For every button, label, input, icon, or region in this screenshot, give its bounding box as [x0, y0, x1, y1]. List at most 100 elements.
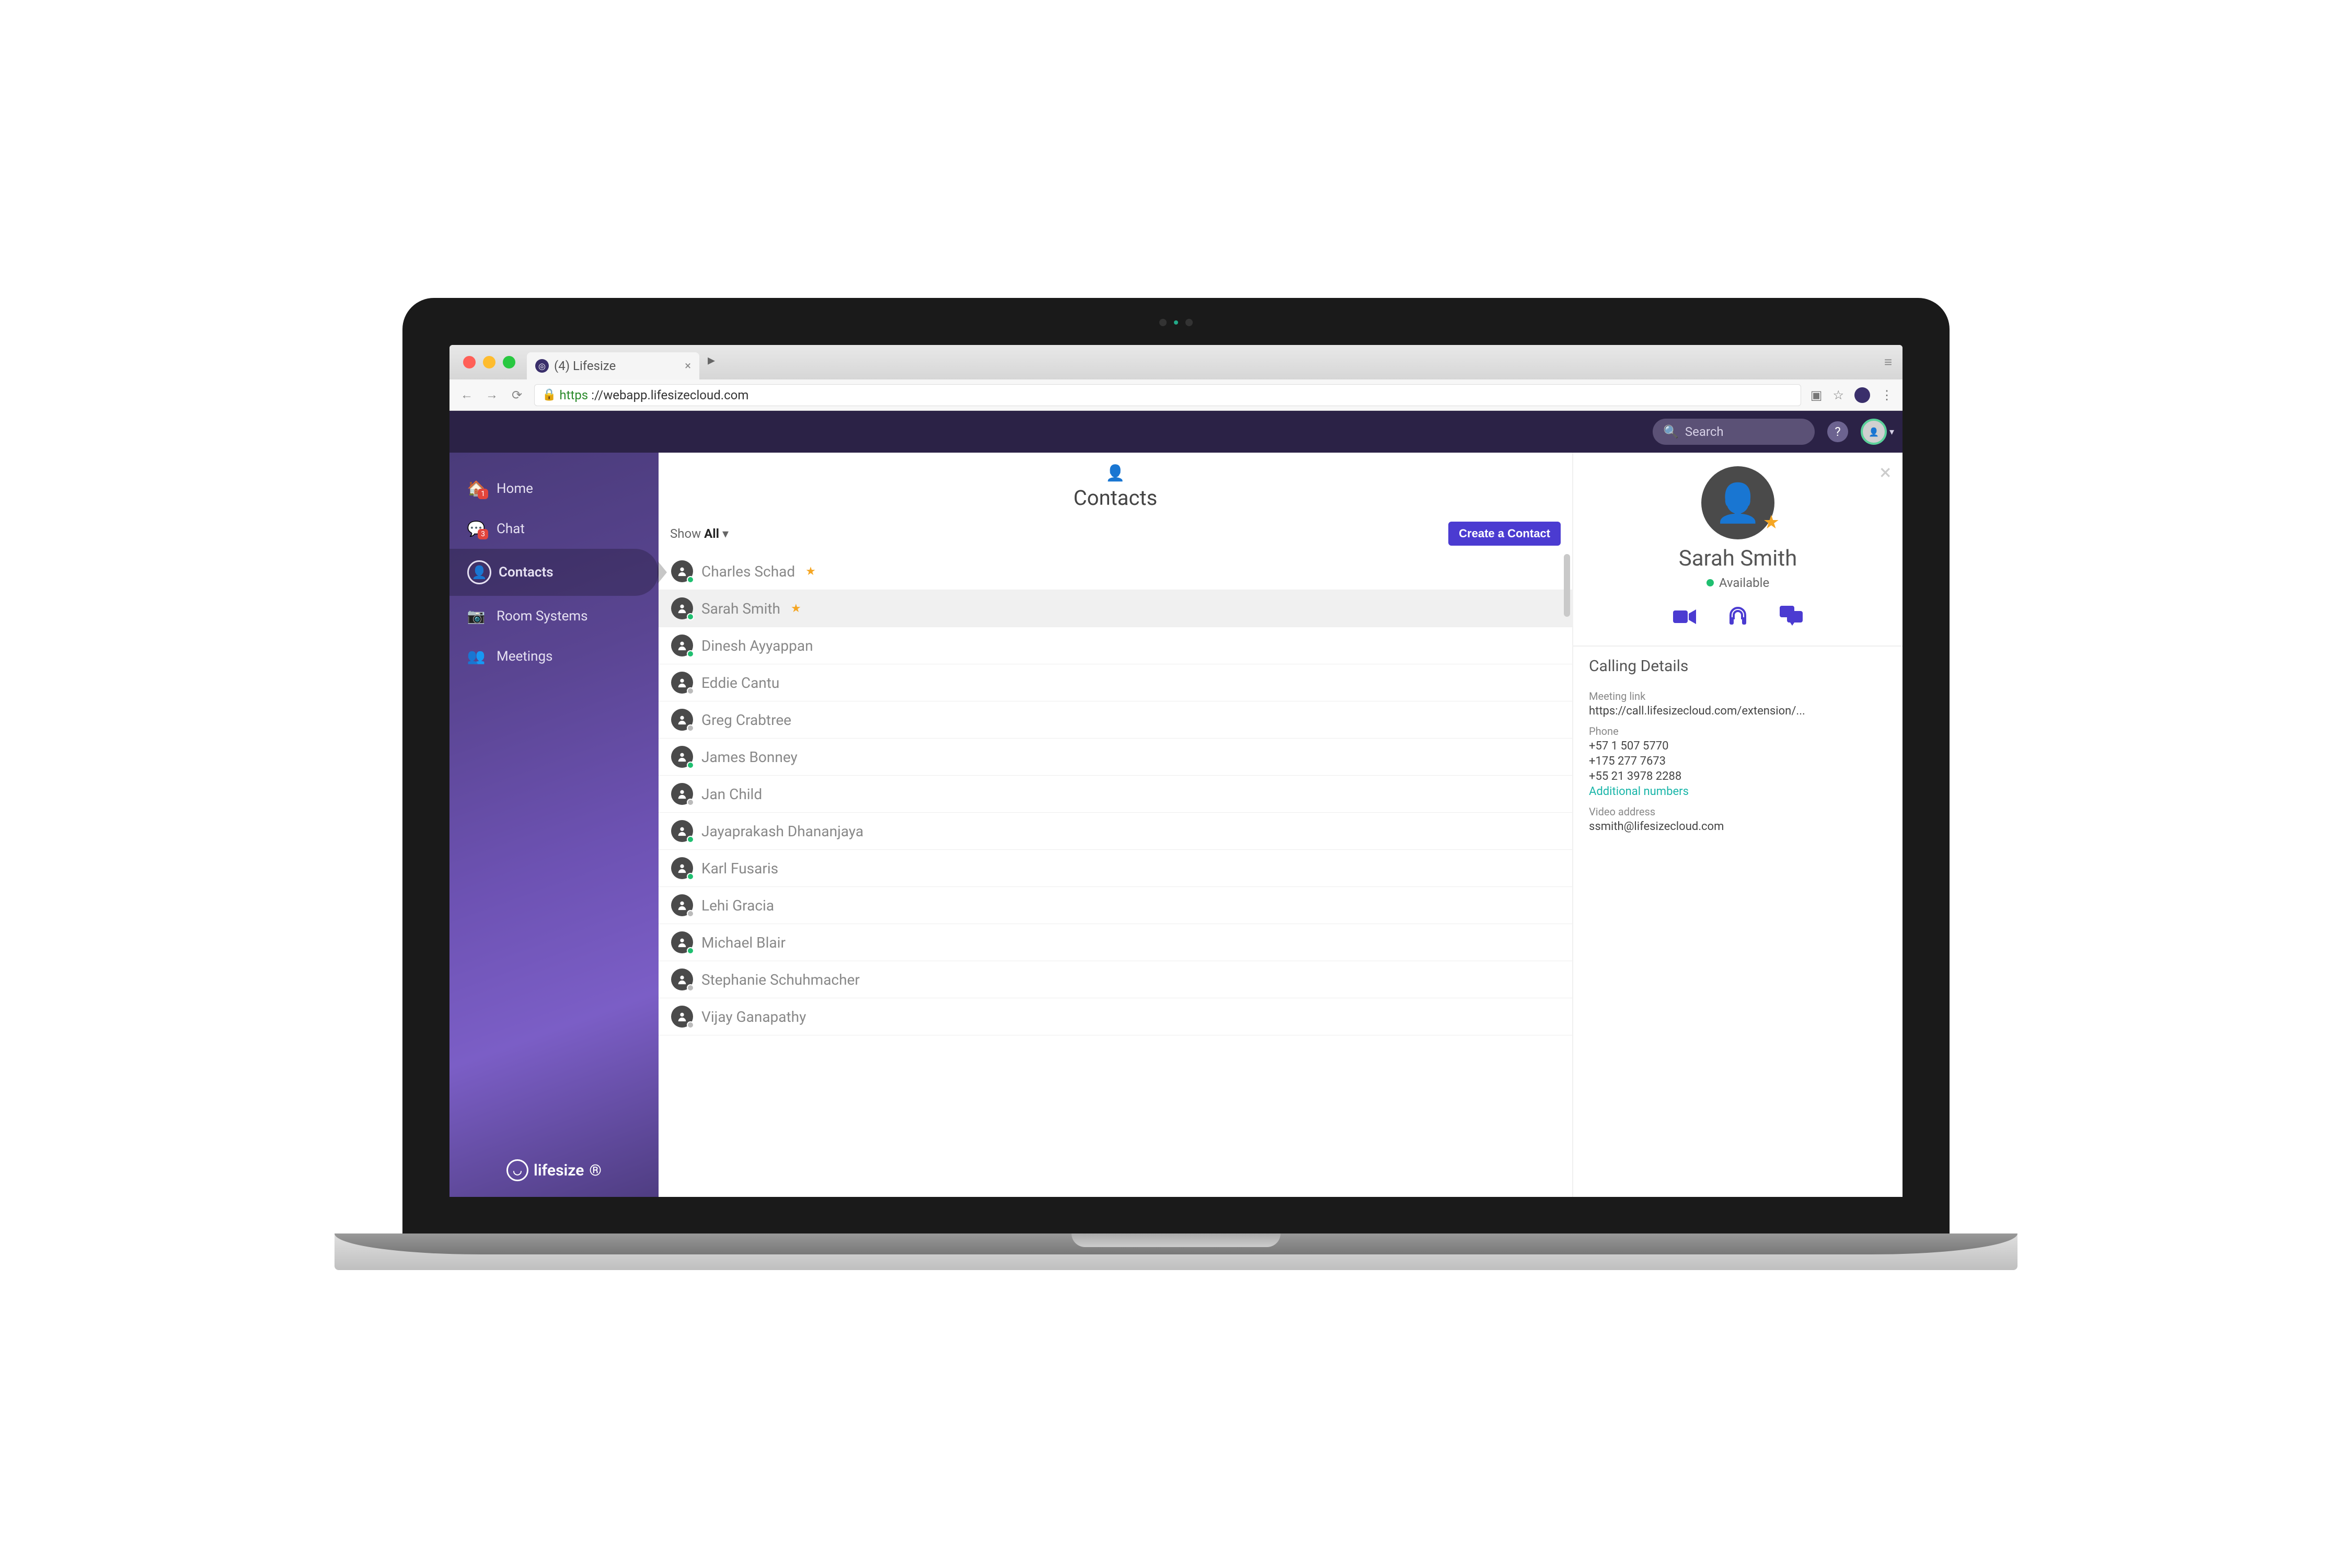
contact-row[interactable]: Eddie Cantu: [659, 664, 1572, 701]
maximize-window-button[interactable]: [503, 356, 515, 368]
screen: ◎ (4) Lifesize × ▸ ≡ ← → ⟳ 🔒 https://web…: [449, 345, 1903, 1197]
contact-name: Jan Child: [701, 786, 762, 803]
contact-row[interactable]: Lehi Gracia: [659, 887, 1572, 924]
close-window-button[interactable]: [463, 356, 476, 368]
contact-row[interactable]: Vijay Ganapathy: [659, 998, 1572, 1035]
contact-name: Greg Crabtree: [701, 711, 791, 729]
presence-dot-icon: [687, 687, 694, 695]
contact-row[interactable]: Charles Schad★: [659, 553, 1572, 590]
audio-call-button[interactable]: [1727, 606, 1748, 632]
contacts-header: 👤 Contacts: [659, 453, 1572, 517]
address-bar[interactable]: 🔒 https://webapp.lifesizecloud.com: [534, 384, 1801, 406]
sidebar-item-label: Meetings: [497, 649, 552, 664]
help-button[interactable]: ?: [1827, 421, 1848, 442]
sidebar-item-home[interactable]: 🏠 1 Home: [449, 468, 659, 509]
forward-button[interactable]: →: [484, 387, 500, 402]
app: 🔍 Search ? 👤 🏠 1: [449, 411, 1903, 1197]
sidebar-item-label: Chat: [497, 521, 525, 537]
brand-text: lifesize: [534, 1161, 584, 1180]
scrollbar[interactable]: [1564, 554, 1570, 617]
contact-avatar: [671, 783, 693, 805]
contact-avatar: [671, 894, 693, 916]
contact-avatar: [671, 560, 693, 582]
page-title: Contacts: [659, 486, 1572, 510]
contact-name: James Bonney: [701, 748, 798, 766]
close-tab-button[interactable]: ×: [685, 360, 691, 373]
person-icon: 👤: [659, 464, 1572, 482]
contact-row[interactable]: Greg Crabtree: [659, 701, 1572, 739]
home-badge: 1: [478, 489, 488, 499]
contact-name: Sarah Smith: [1589, 546, 1887, 571]
presence-dot-icon: [1707, 579, 1714, 586]
browser-overflow-button[interactable]: ⋮: [1881, 388, 1893, 402]
presence-dot-icon: [687, 910, 694, 917]
home-icon: 🏠 1: [467, 480, 485, 497]
presence-dot-icon: [687, 984, 694, 991]
contact-name: Stephanie Schuhmacher: [701, 971, 860, 988]
presence-status: Available: [1589, 575, 1887, 590]
screen-bezel: ◎ (4) Lifesize × ▸ ≡ ← → ⟳ 🔒 https://web…: [402, 298, 1950, 1233]
phone-label: Phone: [1589, 725, 1887, 737]
new-tab-button[interactable]: ▸: [704, 351, 719, 368]
contact-avatar: [671, 969, 693, 990]
contact-row[interactable]: Michael Blair: [659, 924, 1572, 961]
contact-avatar: [671, 597, 693, 619]
video-call-button[interactable]: [1673, 606, 1696, 632]
filter-prefix: Show: [670, 526, 701, 541]
chevron-down-icon: ▾: [722, 526, 729, 541]
contact-row[interactable]: James Bonney: [659, 739, 1572, 776]
contact-row[interactable]: Stephanie Schuhmacher: [659, 961, 1572, 998]
filter-value: All: [704, 526, 719, 541]
search-input[interactable]: 🔍 Search: [1653, 419, 1815, 445]
reload-button[interactable]: ⟳: [509, 388, 525, 402]
phone-value-0: +57 1 507 5770: [1589, 740, 1887, 753]
url-host: ://webapp.lifesizecloud.com: [591, 388, 748, 402]
presence-dot-icon: [687, 947, 694, 954]
profile-menu-button[interactable]: 👤: [1861, 419, 1887, 445]
brand-logo: ◡ lifesize®: [449, 1144, 659, 1197]
browser-menu-button[interactable]: ≡: [1884, 354, 1892, 371]
contact-avatar: [671, 746, 693, 768]
contact-avatar: [671, 931, 693, 953]
contact-detail-panel: × 👤 ★ Sarah Smith Available: [1573, 453, 1903, 1197]
sidebar-item-contacts[interactable]: 👤 Contacts: [449, 549, 659, 596]
contact-row[interactable]: Sarah Smith★: [659, 590, 1572, 627]
cast-icon[interactable]: ▣: [1811, 388, 1823, 402]
sidebar-item-label: Contacts: [499, 564, 554, 580]
contact-row[interactable]: Jan Child: [659, 776, 1572, 813]
contact-name: Jayaprakash Dhananjaya: [701, 823, 863, 840]
browser-tab[interactable]: ◎ (4) Lifesize ×: [527, 352, 699, 379]
additional-numbers-link[interactable]: Additional numbers: [1589, 785, 1887, 798]
app-header: 🔍 Search ? 👤: [449, 411, 1903, 453]
window-controls[interactable]: [463, 356, 515, 368]
contacts-list[interactable]: Charles Schad★Sarah Smith★Dinesh Ayyappa…: [659, 553, 1572, 1197]
presence-dot-icon: [687, 1021, 694, 1029]
minimize-window-button[interactable]: [483, 356, 495, 368]
bookmark-icon[interactable]: ☆: [1832, 388, 1844, 402]
sidebar-item-meetings[interactable]: 👥 Meetings: [449, 636, 659, 676]
contact-row[interactable]: Dinesh Ayyappan: [659, 627, 1572, 664]
video-address-label: Video address: [1589, 805, 1887, 818]
browser-tab-strip: ◎ (4) Lifesize × ▸ ≡: [449, 345, 1903, 379]
laptop-frame: ◎ (4) Lifesize × ▸ ≡ ← → ⟳ 🔒 https://web…: [402, 298, 1950, 1270]
presence-dot-icon: [687, 613, 694, 620]
create-contact-button[interactable]: Create a Contact: [1448, 522, 1561, 546]
contact-icon: 👤: [467, 560, 491, 584]
chat-button[interactable]: [1780, 606, 1803, 632]
favorite-star-icon: ★: [791, 602, 801, 615]
extension-icon[interactable]: [1854, 387, 1870, 403]
contact-row[interactable]: Karl Fusaris: [659, 850, 1572, 887]
back-button[interactable]: ←: [459, 387, 475, 402]
sidebar-item-chat[interactable]: 💬 3 Chat: [449, 509, 659, 549]
contact-name: Charles Schad: [701, 563, 795, 580]
laptop-notch: [1071, 1233, 1281, 1247]
close-panel-button[interactable]: ×: [1880, 460, 1891, 485]
contact-row[interactable]: Jayaprakash Dhananjaya: [659, 813, 1572, 850]
contact-avatar: [671, 635, 693, 656]
sidebar-item-room-systems[interactable]: 📷 Room Systems: [449, 596, 659, 636]
meeting-link-value[interactable]: https://call.lifesizecloud.com/extension…: [1589, 705, 1887, 718]
favorite-star-icon[interactable]: ★: [1763, 511, 1780, 533]
filter-dropdown[interactable]: Show All ▾: [670, 526, 729, 541]
meetings-icon: 👥: [467, 648, 485, 665]
presence-dot-icon: [687, 873, 694, 880]
